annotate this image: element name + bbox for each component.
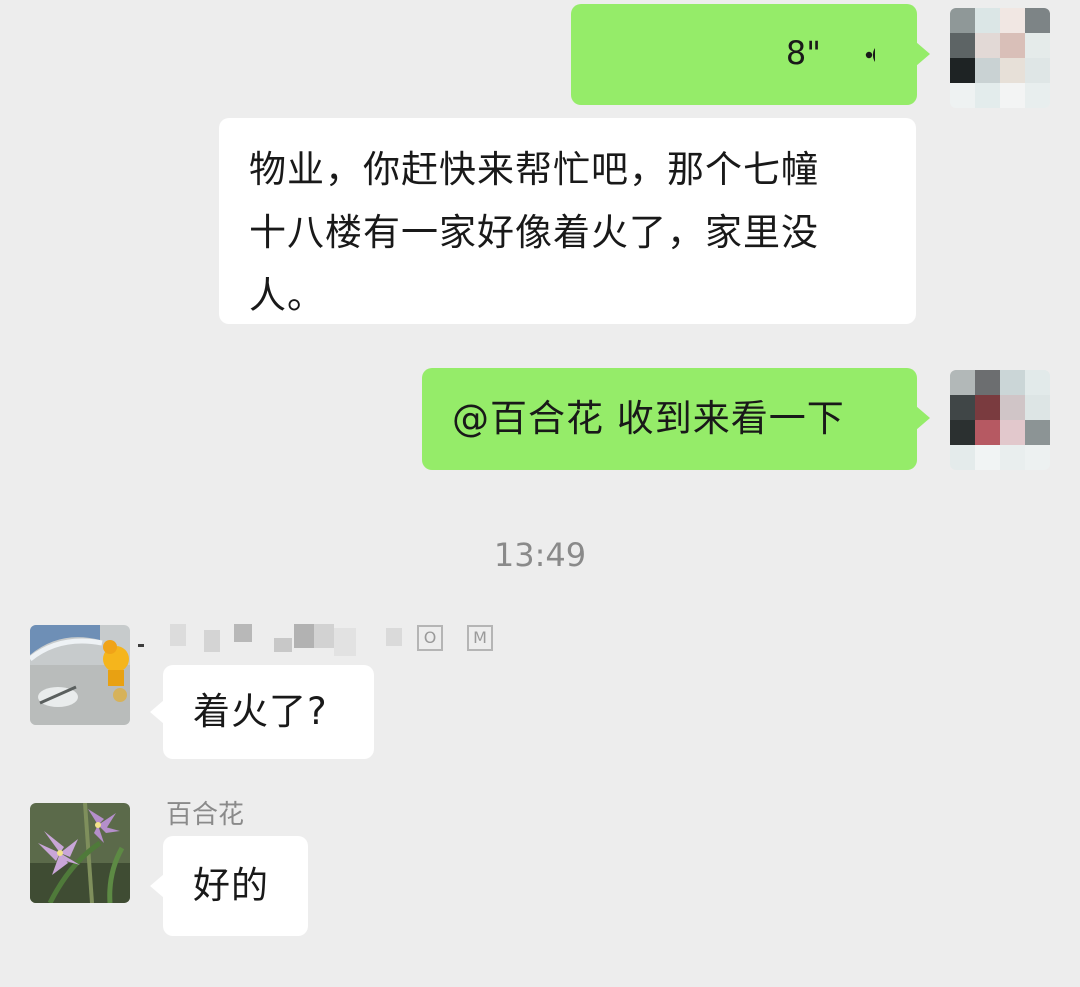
voice-wave-icon — [865, 48, 875, 62]
message-text: 好的 — [193, 864, 269, 907]
voice-duration: 8" — [785, 34, 821, 72]
bubble-tail — [916, 406, 930, 430]
voice-message-bubble[interactable]: 8" — [571, 4, 917, 105]
message-bubble[interactable]: 好的 — [163, 836, 308, 936]
self-avatar[interactable] — [950, 370, 1050, 470]
bubble-tail — [150, 700, 164, 724]
message-bubble[interactable]: @百合花 收到来看一下 — [422, 368, 917, 470]
sender-name-redacted — [138, 624, 402, 658]
message-text: @百合花 收到来看一下 — [452, 397, 845, 440]
contact-avatar[interactable] — [30, 625, 130, 725]
message-text: 物业，你赶快来帮忙吧，那个七幢 十八楼有一家好像着火了，家里没 人。 — [249, 148, 819, 317]
sender-tag: M — [467, 625, 493, 651]
message-bubble[interactable]: 着火了? — [163, 665, 374, 759]
message-text: 着火了? — [193, 690, 328, 733]
self-avatar[interactable] — [950, 8, 1050, 108]
message-bubble[interactable]: 物业，你赶快来帮忙吧，那个七幢 十八楼有一家好像着火了，家里没 人。 — [219, 118, 916, 324]
chat-timestamp: 13:49 — [493, 536, 587, 574]
contact-avatar[interactable] — [30, 803, 130, 903]
avatar-image — [30, 803, 130, 903]
bubble-tail — [916, 42, 930, 66]
bubble-tail — [150, 874, 164, 898]
avatar-image — [30, 625, 130, 725]
sender-tag: O — [417, 625, 443, 651]
sender-name: 百合花 — [166, 800, 245, 830]
